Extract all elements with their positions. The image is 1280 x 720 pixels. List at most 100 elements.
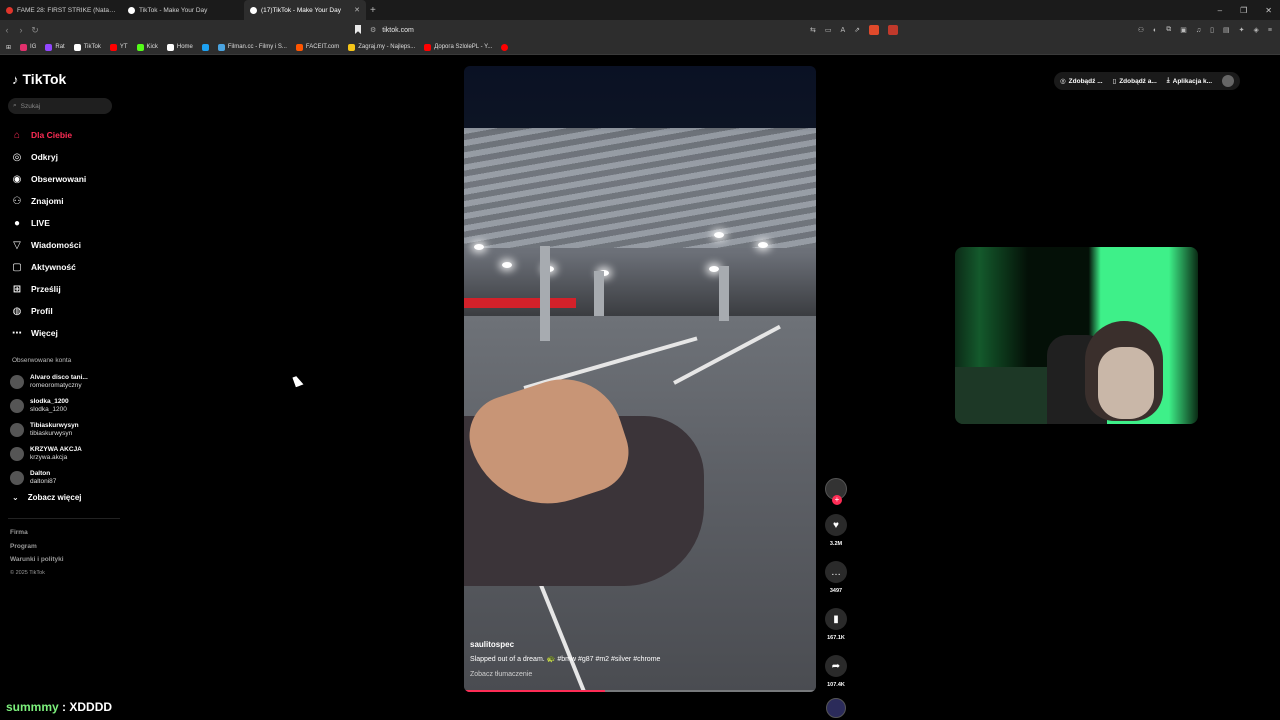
extension-icon[interactable]: ◐ <box>1153 27 1157 34</box>
tab-title: TikTok - Make Your Day <box>139 6 208 14</box>
footer-link[interactable]: Program <box>10 540 64 554</box>
search-input[interactable]: ⌕ Szukaj <box>8 98 112 114</box>
bookmark-item[interactable]: Zagraj.my - Najleps... <box>348 43 415 51</box>
sidebar-icon[interactable]: ▯ <box>1210 26 1214 34</box>
close-window-icon[interactable]: ✕ <box>1265 6 1272 15</box>
nav-item-friends[interactable]: ⚇ Znajomi <box>10 190 120 212</box>
menu-icon[interactable]: ≡ <box>1268 27 1272 34</box>
bookmark-item[interactable]: Filman.cc - Filmy i S... <box>217 43 287 51</box>
bookmark-item[interactable]: Kick <box>136 43 158 51</box>
share-icon: ➦ <box>825 655 847 677</box>
following-icon: ◉ <box>12 173 22 185</box>
download-icon: ⤓ <box>1166 77 1170 84</box>
screen-icon[interactable]: ▭ <box>825 26 832 34</box>
tiktok-logo[interactable]: ♪ TikTok <box>12 71 66 87</box>
followed-account[interactable]: Tibiaskurwysyn tibiaskurwysyn <box>10 418 120 442</box>
video-pillar <box>719 266 729 321</box>
tiktok-favicon-icon <box>250 6 257 14</box>
share-button[interactable]: ➦ 107.4K <box>825 655 847 688</box>
author-avatar[interactable]: + <box>825 478 847 505</box>
footer-link[interactable]: Warunki i polityki <box>10 553 64 567</box>
bookmark-item[interactable]: IG <box>20 43 36 51</box>
nav-item-profile[interactable]: ◍ Profil <box>10 300 120 322</box>
bookmark-item[interactable]: Дорога SzlolePL - Y... <box>424 43 492 51</box>
nav-item-more[interactable]: ⋯ Więcej <box>10 322 120 344</box>
bookmark-item[interactable]: TikTok <box>73 43 101 51</box>
toolbar-extensions: ⚇ ◐ ⧉ ▣ ♫ ▯ ▤ ✦ ◈ ≡ <box>1138 23 1272 37</box>
wallet-icon[interactable]: ▣ <box>1180 26 1187 34</box>
footer-link[interactable]: Firma <box>10 526 64 540</box>
close-tab-icon[interactable]: ✕ <box>354 6 360 14</box>
like-button[interactable]: ♥ 3.2M <box>825 514 847 547</box>
cast-icon[interactable]: ⇆ <box>810 26 816 34</box>
video-light <box>474 244 484 250</box>
follow-plus-icon[interactable]: + <box>832 495 842 505</box>
video-red-stripe <box>464 298 576 308</box>
nav-item-upload[interactable]: ⊞ Prześlij <box>10 278 120 300</box>
webcam-face <box>1098 347 1154 419</box>
bookmark-item[interactable]: FACEIT.com <box>295 43 339 51</box>
address-actions: ⇆ ▭ A ⇗ <box>810 23 899 37</box>
get-coins-button[interactable]: ◎ Zdobądź ... <box>1060 77 1103 86</box>
vpn-icon[interactable]: ◈ <box>1254 26 1259 34</box>
window-controls: – ❐ ✕ <box>1218 0 1272 20</box>
reload-icon[interactable]: ↻ <box>28 25 42 36</box>
nav-item-activity[interactable]: ▢ Aktywność <box>10 256 120 278</box>
bookmark-item[interactable] <box>201 43 209 51</box>
comment-button[interactable]: … 3497 <box>825 561 847 594</box>
nav-item-explore[interactable]: ◎ Odkryj <box>10 146 120 168</box>
video-author[interactable]: saulitospec <box>470 637 790 652</box>
browser-tab[interactable]: TikTok - Make Your Day <box>122 0 244 20</box>
tab-search-icon[interactable]: ▤ <box>1223 26 1230 34</box>
brave-shield-icon[interactable] <box>869 25 880 35</box>
see-more-button[interactable]: ⌄ Zobacz więcej <box>12 493 82 502</box>
live-icon: ● <box>13 217 21 229</box>
bookmark-item[interactable]: YT <box>109 43 128 51</box>
browser-tab[interactable]: FAME 28: FIRST STRIKE (Natan Marc... <box>0 0 122 20</box>
desktop-app-button[interactable]: ⤓ Aplikacja k... <box>1167 77 1212 85</box>
nav-item-messages[interactable]: ▽ Wiadomości <box>10 234 120 256</box>
back-icon[interactable]: ‹ <box>0 25 14 35</box>
translate-link[interactable]: Zobacz tłumaczenie <box>470 667 790 682</box>
followed-account[interactable]: Alvaro disco tani... romeoromatyczny <box>10 370 120 394</box>
video-actions: + ♥ 3.2M … 3497 ▮ 167.1K ➦ 107.4K <box>824 478 848 718</box>
profile-avatar[interactable] <box>1222 75 1235 87</box>
followed-account[interactable]: KRZYWA AKCJA krzywa.akcja <box>10 442 120 466</box>
get-app-button[interactable]: ▯ Zdobądź a... <box>1113 77 1157 86</box>
avatar <box>10 447 24 461</box>
share-icon[interactable]: ⇗ <box>854 26 860 34</box>
new-tab-icon[interactable]: + <box>370 5 376 16</box>
activity-icon: ▢ <box>12 261 22 273</box>
coin-icon: ◎ <box>1060 78 1066 85</box>
bookmark-item[interactable]: Home <box>166 43 193 51</box>
followed-account[interactable]: Dalton daltoni87 <box>10 466 120 490</box>
save-button[interactable]: ▮ 167.1K <box>825 608 847 641</box>
video-player[interactable]: saulitospec Slapped out of a dream. 🐢 #b… <box>464 66 816 692</box>
nav-item-following[interactable]: ◉ Obserwowani <box>10 168 120 190</box>
nav-item-live[interactable]: ● LIVE <box>10 212 120 234</box>
chevron-down-icon: ⌄ <box>12 493 19 502</box>
restore-icon[interactable]: ❐ <box>1240 6 1247 15</box>
music-disc-icon[interactable] <box>826 698 846 718</box>
bookmark-icon[interactable] <box>355 25 361 34</box>
rewards-icon[interactable] <box>888 25 899 35</box>
puzzle-icon[interactable]: ⧉ <box>1166 26 1171 34</box>
browser-tab-active[interactable]: (17)TikTok - Make Your Day ✕ <box>244 0 366 20</box>
media-icon[interactable]: ♫ <box>1196 27 1201 34</box>
avatar <box>10 375 24 389</box>
bookmark-item[interactable] <box>501 43 509 51</box>
translate-icon[interactable]: A <box>841 27 846 34</box>
minimize-icon[interactable]: – <box>1218 6 1222 15</box>
extension-icon[interactable]: ⚇ <box>1138 26 1144 34</box>
browser-tab-bar: FAME 28: FIRST STRIKE (Natan Marc... Tik… <box>0 0 1280 20</box>
tiktok-favicon-icon <box>128 6 135 14</box>
nav-item-for-you[interactable]: ⌂ Dla Ciebie <box>10 124 120 146</box>
video-progress-bar[interactable] <box>464 690 816 692</box>
leo-icon[interactable]: ✦ <box>1239 26 1245 34</box>
forward-icon[interactable]: › <box>14 25 28 35</box>
tab-title: FAME 28: FIRST STRIKE (Natan Marc... <box>17 6 116 14</box>
bookmark-item[interactable]: Rat <box>45 43 65 51</box>
site-info-icon[interactable]: ⚙ <box>370 26 376 34</box>
apps-icon[interactable]: ⊞ <box>6 44 11 51</box>
followed-account[interactable]: slodka_1200 slodka_1200 <box>10 394 120 418</box>
